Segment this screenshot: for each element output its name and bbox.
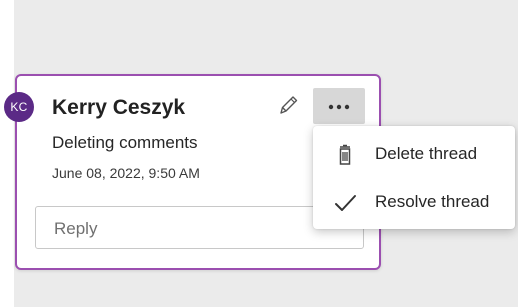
menu-item-label: Resolve thread bbox=[375, 192, 490, 211]
ellipsis-icon bbox=[328, 104, 350, 110]
menu-item-resolve-thread[interactable]: Resolve thread bbox=[313, 178, 515, 226]
comment-text: Deleting comments bbox=[52, 133, 198, 152]
more-options-button[interactable] bbox=[313, 88, 365, 124]
reply-placeholder: Reply bbox=[54, 219, 98, 238]
pencil-icon[interactable] bbox=[277, 93, 299, 117]
menu-item-label: Delete thread bbox=[375, 144, 478, 163]
avatar: KC bbox=[4, 92, 34, 122]
comment-timestamp: June 08, 2022, 9:50 AM bbox=[52, 165, 200, 181]
author-name: Kerry Ceszyk bbox=[52, 96, 186, 119]
thread-context-menu: Delete thread Resolve thread bbox=[313, 126, 515, 229]
checkmark-icon bbox=[333, 191, 357, 215]
trash-icon bbox=[333, 143, 357, 167]
menu-item-delete-thread[interactable]: Delete thread bbox=[313, 130, 515, 178]
comments-pane: KC Kerry Ceszyk Deleting comments June 0… bbox=[0, 0, 518, 307]
